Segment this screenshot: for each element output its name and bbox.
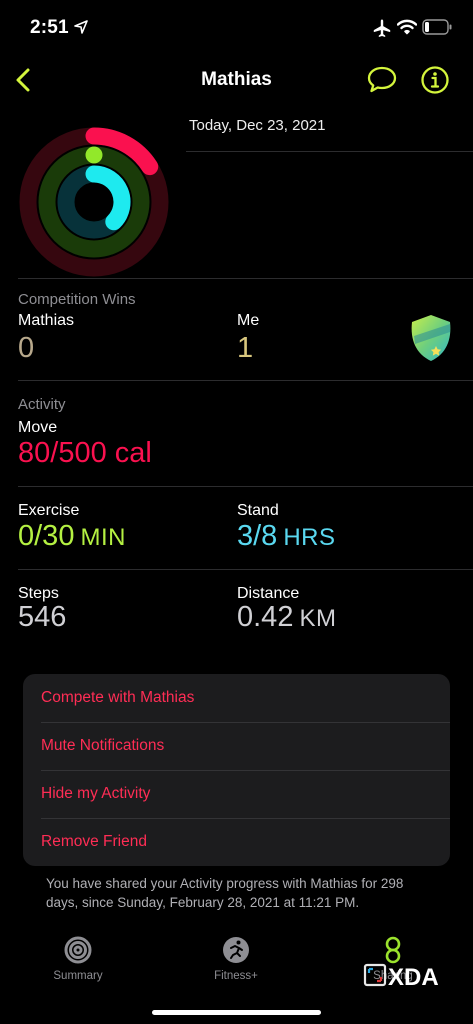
- tab-fitness-plus-label: Fitness+: [214, 970, 258, 982]
- section-divider: [18, 380, 473, 381]
- move-label: Move: [18, 419, 58, 436]
- stand-value: 3/8: [237, 520, 278, 552]
- distance-value: 0.42: [237, 601, 294, 633]
- competitor-name: Mathias: [18, 312, 75, 329]
- exercise-value-row: 0/30 MIN: [18, 520, 126, 553]
- section-divider: [18, 486, 473, 487]
- activity-rings: [19, 127, 169, 277]
- stand-label: Stand: [237, 502, 279, 519]
- page-title: Mathias: [201, 69, 272, 90]
- section-divider: [18, 569, 473, 570]
- tab-summary[interactable]: Summary: [28, 936, 128, 988]
- competition-award-badge-icon: [411, 315, 451, 361]
- xda-logo: XDA: [363, 963, 439, 990]
- battery-icon: [422, 19, 452, 35]
- mute-notifications-button[interactable]: Mute Notifications: [23, 722, 450, 770]
- stand-value-row: 3/8 HRS: [237, 520, 336, 553]
- tab-summary-label: Summary: [53, 970, 103, 982]
- competition-wins-title: Competition Wins: [18, 291, 136, 308]
- svg-text:XDA: XDA: [388, 964, 439, 990]
- stand-unit: HRS: [283, 524, 336, 551]
- compete-button[interactable]: Compete with Mathias: [23, 674, 450, 722]
- friend-actions-card: Compete with Mathias Mute Notifications …: [23, 674, 450, 866]
- date-divider: [186, 151, 473, 152]
- my-wins-value: 1: [237, 332, 254, 364]
- my-name: Me: [237, 312, 260, 329]
- info-icon[interactable]: [420, 65, 450, 95]
- distance-value-row: 0.42 KM: [237, 601, 336, 634]
- summary-rings-icon: [64, 936, 92, 964]
- status-time: 2:51: [30, 17, 69, 38]
- distance-unit: KM: [299, 605, 337, 632]
- section-divider: [18, 278, 473, 279]
- airplane-mode-icon: [373, 19, 391, 37]
- exercise-ring-progress: [85, 146, 103, 164]
- remove-friend-button[interactable]: Remove Friend: [23, 818, 450, 866]
- date-label: Today, Dec 23, 2021: [189, 117, 326, 134]
- stand-ring-progress: [85, 165, 131, 231]
- exercise-value: 0/30: [18, 520, 75, 552]
- exercise-label: Exercise: [18, 502, 80, 519]
- message-bubble-icon[interactable]: [366, 65, 398, 95]
- home-indicator: [152, 1010, 321, 1015]
- sharing-footnote: You have shared your Activity progress w…: [46, 876, 404, 910]
- location-arrow-icon: [74, 20, 88, 34]
- activity-section-title: Activity: [18, 396, 66, 413]
- move-value: 80/500 cal: [18, 437, 152, 469]
- hide-activity-button[interactable]: Hide my Activity: [23, 770, 450, 818]
- competitor-wins-value: 0: [18, 332, 35, 364]
- status-bar: 2:51: [0, 0, 473, 58]
- fitness-plus-icon: [223, 937, 249, 963]
- steps-value: 546: [18, 601, 67, 633]
- wifi-icon: [397, 19, 417, 35]
- sharing-friend-detail-screen: 2:51 Mathias Today, Dec 23, 2021 Competi…: [0, 0, 473, 1024]
- exercise-unit: MIN: [80, 524, 126, 551]
- tab-fitness-plus[interactable]: Fitness+: [186, 936, 286, 988]
- sharing-icon: [385, 936, 401, 964]
